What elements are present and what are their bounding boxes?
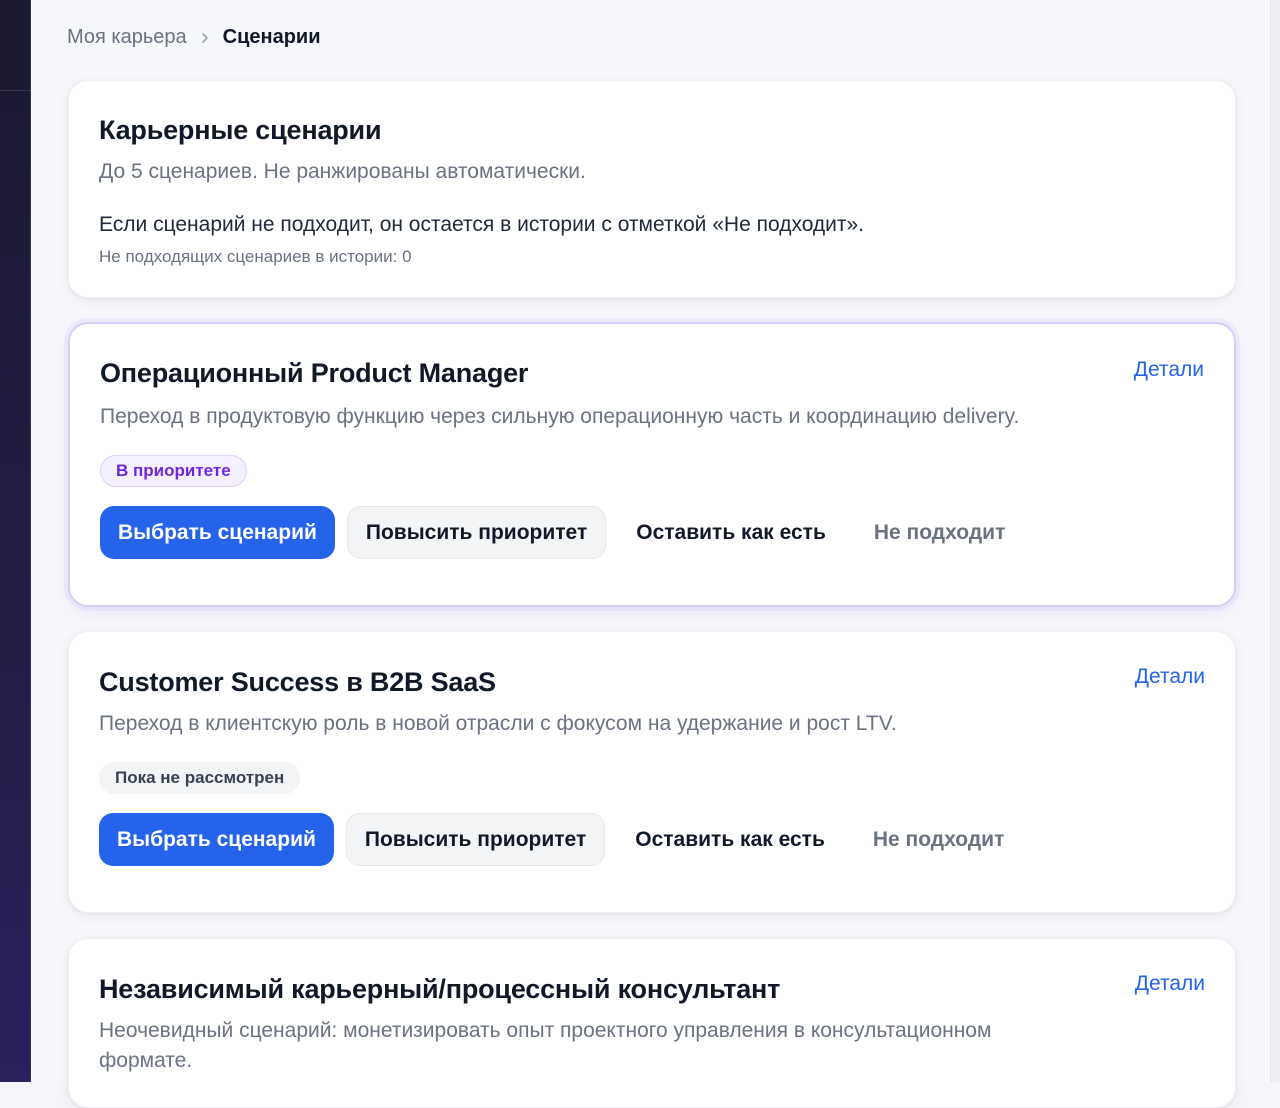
choose-scenario-button[interactable]: Выбрать сценарий bbox=[99, 813, 334, 866]
scenario-actions: Выбрать сценарий Повысить приоритет Оста… bbox=[100, 506, 1023, 559]
keep-as-is-button[interactable]: Оставить как есть bbox=[617, 813, 843, 866]
scenario-title: Customer Success в B2B SaaS bbox=[99, 667, 496, 697]
app-sidebar bbox=[0, 0, 31, 1082]
scenario-card: Customer Success в B2B SaaS Детали Перех… bbox=[68, 631, 1236, 913]
scenario-card: Операционный Product Manager Детали Пере… bbox=[68, 322, 1236, 607]
scenario-description: Переход в продуктовую функцию через силь… bbox=[100, 405, 1020, 428]
intro-card: Карьерные сценарии До 5 сценариев. Не ра… bbox=[68, 80, 1236, 298]
breadcrumb-current: Сценарии bbox=[222, 26, 321, 48]
details-link[interactable]: Детали bbox=[1135, 665, 1205, 689]
choose-scenario-button[interactable]: Выбрать сценарий bbox=[100, 506, 335, 559]
intro-subtitle: До 5 сценариев. Не ранжированы автоматич… bbox=[99, 160, 586, 183]
page-title: Карьерные сценарии bbox=[99, 115, 382, 145]
intro-note: Если сценарий не подходит, он остается в… bbox=[99, 213, 865, 236]
scenario-description: Переход в клиентскую роль в новой отрасл… bbox=[99, 712, 897, 735]
breadcrumb-my-career-link[interactable]: Моя карьера bbox=[67, 26, 187, 49]
not-suitable-button[interactable]: Не подходит bbox=[856, 506, 1023, 559]
status-badge: Пока не рассмотрен bbox=[99, 762, 301, 794]
raise-priority-button[interactable]: Повысить приоритет bbox=[345, 813, 606, 866]
details-link[interactable]: Детали bbox=[1135, 972, 1205, 996]
main-content: Моя карьера Сценарии Карьерные сценарии … bbox=[31, 0, 1270, 1108]
scenario-title: Операционный Product Manager bbox=[100, 358, 529, 388]
scenario-card: Независимый карьерный/процессный консуль… bbox=[68, 938, 1236, 1108]
breadcrumb: Моя карьера Сценарии bbox=[67, 26, 321, 49]
not-suitable-button[interactable]: Не подходит bbox=[855, 813, 1022, 866]
scenario-title: Независимый карьерный/процессный консуль… bbox=[99, 974, 781, 1004]
keep-as-is-button[interactable]: Оставить как есть bbox=[618, 506, 844, 559]
scrollbar[interactable] bbox=[1270, 0, 1280, 1082]
scenario-actions: Выбрать сценарий Повысить приоритет Оста… bbox=[99, 813, 1022, 866]
sidebar-divider bbox=[0, 90, 31, 91]
raise-priority-button[interactable]: Повысить приоритет bbox=[346, 506, 607, 559]
details-link[interactable]: Детали bbox=[1134, 358, 1204, 382]
status-badge: В приоритете bbox=[100, 455, 247, 487]
scenario-description: Неочевидный сценарий: монетизировать опы… bbox=[99, 1019, 992, 1072]
rejected-history-count: Не подходящих сценариев в истории: 0 bbox=[99, 247, 412, 266]
chevron-right-icon bbox=[199, 32, 211, 44]
